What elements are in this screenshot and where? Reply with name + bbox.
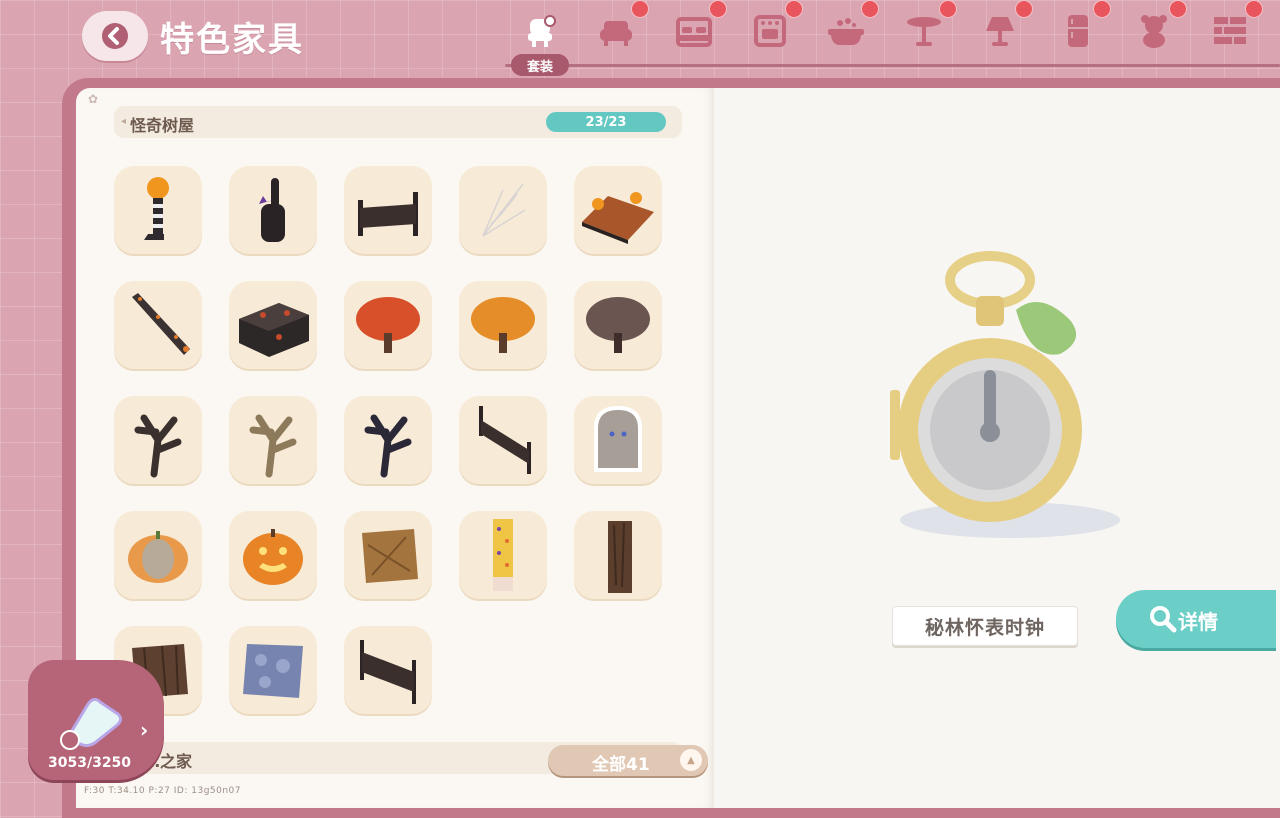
item-wood-floor-tile[interactable] xyxy=(344,511,432,599)
spooky-stairs-icon xyxy=(132,293,190,355)
back-arrow-icon xyxy=(102,23,128,49)
pocket-watch-preview xyxy=(880,250,1140,550)
bark-panel-icon xyxy=(608,521,632,593)
new-badge xyxy=(1169,0,1187,18)
item-ghost-picture[interactable] xyxy=(574,396,662,484)
bed-icon xyxy=(676,17,712,47)
dead-tree-icon xyxy=(364,414,412,478)
debug-info: F:30 T:34.10 P:27 ID: 13g50n07 xyxy=(84,786,242,796)
item-spooky-fence[interactable] xyxy=(344,166,432,254)
cat-statue-icon xyxy=(259,178,285,242)
wallpaper-icon xyxy=(493,519,513,591)
fridge-icon xyxy=(1068,15,1088,47)
item-cat-statue[interactable] xyxy=(229,166,317,254)
orange-tree-icon xyxy=(471,297,535,353)
item-name-label: 秘林怀表时钟 xyxy=(892,606,1078,646)
cobweb-icon xyxy=(482,183,526,237)
puzzle-piece-icon xyxy=(60,697,123,750)
chevron-right-icon: › xyxy=(140,718,149,742)
new-badge xyxy=(861,0,879,18)
tab-cabinet[interactable] xyxy=(743,0,803,56)
item-pumpkin-lamp[interactable] xyxy=(114,166,202,254)
teddy-bear-icon xyxy=(1141,15,1167,48)
item-cobweb[interactable] xyxy=(459,166,547,254)
tab-lamp[interactable] xyxy=(973,0,1033,56)
oven-icon xyxy=(754,15,786,47)
spooky-fence-icon xyxy=(479,406,531,474)
pocket-watch-icon xyxy=(890,251,1120,538)
item-pumpkin-pale[interactable] xyxy=(114,511,202,599)
spooky-steps-icon xyxy=(239,303,309,357)
item-spooky-steps[interactable] xyxy=(229,281,317,369)
set-section-header[interactable]: 怪奇树屋 23/23 xyxy=(114,106,682,138)
item-jack-o-lantern[interactable] xyxy=(229,511,317,599)
bathtub-icon xyxy=(828,18,864,45)
tab-toy[interactable] xyxy=(1127,0,1187,56)
dead-tree-icon xyxy=(249,414,297,478)
puzzle-count: 3053/3250 xyxy=(48,755,132,771)
pumpkin-icon xyxy=(128,531,188,583)
item-brown-tree[interactable] xyxy=(574,281,662,369)
new-badge xyxy=(631,0,649,18)
tab-wall[interactable] xyxy=(1203,0,1263,56)
spooky-fence-icon xyxy=(360,640,416,704)
item-orange-red-tree[interactable] xyxy=(344,281,432,369)
item-dead-tree-blue[interactable] xyxy=(344,396,432,484)
item-dead-tree-pale[interactable] xyxy=(229,396,317,484)
brick-wall-icon xyxy=(1214,17,1246,44)
new-badge xyxy=(1245,0,1263,18)
item-grid xyxy=(114,166,674,726)
set-count: 23/23 xyxy=(546,112,666,132)
brown-tree-icon xyxy=(586,297,650,353)
item-candy-wallpaper[interactable] xyxy=(459,511,547,599)
tab-underline xyxy=(505,64,1280,67)
tab-bath[interactable] xyxy=(819,0,879,56)
item-bark-panel[interactable] xyxy=(574,511,662,599)
jack-o-lantern-icon xyxy=(243,529,303,585)
new-badge xyxy=(709,0,727,18)
new-badge xyxy=(1093,0,1111,18)
outfit-set-icon xyxy=(528,15,556,47)
filter-all-button[interactable]: 全部41 ▲ xyxy=(548,745,708,776)
tab-outfit[interactable] xyxy=(513,6,567,56)
set-title: 怪奇树屋 xyxy=(121,112,194,136)
table-icon xyxy=(907,17,941,46)
orange-red-tree-icon xyxy=(356,297,420,353)
pumpkin-lamp-icon xyxy=(144,177,169,240)
item-spooky-stairs[interactable] xyxy=(114,281,202,369)
dead-tree-icon xyxy=(134,414,182,478)
item-spooky-fence-tall[interactable] xyxy=(344,626,432,714)
filter-all-label: 全部41 xyxy=(592,755,650,775)
tab-table[interactable] xyxy=(897,0,957,56)
wood-tile-icon xyxy=(362,529,418,583)
page-title: 特色家具 xyxy=(160,20,304,60)
tab-bed[interactable] xyxy=(667,0,727,56)
category-tab-bar: 套装 xyxy=(505,0,1280,80)
pumpkin-roof-icon xyxy=(582,192,654,244)
new-badge xyxy=(939,0,957,18)
new-badge xyxy=(1015,0,1033,18)
item-pumpkin-roof[interactable] xyxy=(574,166,662,254)
tab-sofa[interactable] xyxy=(589,0,649,56)
detail-label: 详情 xyxy=(1178,610,1218,634)
back-button[interactable] xyxy=(82,11,148,61)
chevron-up-icon: ▲ xyxy=(680,749,702,771)
detail-button[interactable]: 详情 xyxy=(1116,590,1276,648)
puzzle-progress-button[interactable]: 3053/3250 › xyxy=(28,660,164,780)
tab-fridge[interactable] xyxy=(1051,0,1111,56)
tab-outfit-label: 套装 xyxy=(511,54,569,76)
item-spooky-fence-angled[interactable] xyxy=(459,396,547,484)
lamp-icon xyxy=(986,17,1014,46)
spooky-fence-icon xyxy=(358,192,418,236)
item-dead-tree-dark[interactable] xyxy=(114,396,202,484)
search-icon xyxy=(1150,606,1177,633)
stone-tile-icon xyxy=(243,644,303,698)
item-stone-floor-tile[interactable] xyxy=(229,626,317,714)
armchair-icon xyxy=(600,21,632,46)
new-badge xyxy=(785,0,803,18)
item-orange-tree[interactable] xyxy=(459,281,547,369)
page-corner-icon: ✿ xyxy=(88,92,99,106)
ghost-icon xyxy=(594,405,642,472)
